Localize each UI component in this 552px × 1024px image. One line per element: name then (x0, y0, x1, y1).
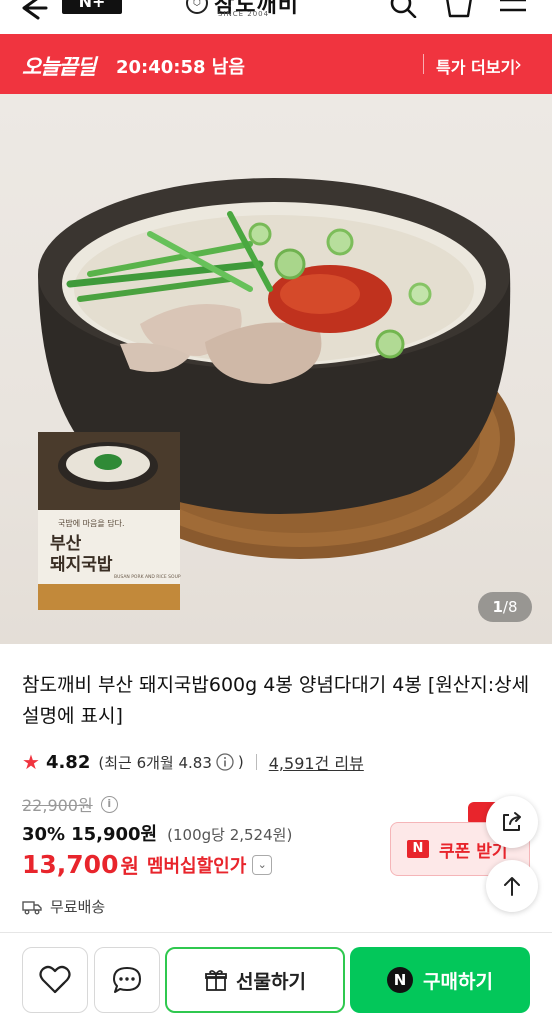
package-tagline: 국밥에 마음을 담다. (58, 518, 125, 528)
shipping-label: 무료배송 (50, 898, 106, 916)
rating-divider (255, 754, 257, 770)
scroll-top-button[interactable] (486, 860, 538, 912)
gift-label: 선물하기 (236, 970, 306, 993)
rating-row: ★ 4.82 (최근 6개월 4.83 ) 4,591건 리뷰 (22, 750, 364, 774)
review-count-link[interactable]: 4,591건 리뷰 (269, 750, 364, 774)
heart-icon (39, 965, 71, 994)
discount-percent: 30% (22, 824, 66, 845)
svg-text:부산: 부산 (50, 534, 82, 554)
back-arrow-icon[interactable] (16, 0, 50, 22)
svg-text:돼지국밥: 돼지국밥 (50, 555, 113, 575)
package-en: BUSAN PORK AND RICE SOUP (114, 574, 181, 580)
buy-label: 구매하기 (423, 970, 493, 993)
product-title: 참도깨비 부산 돼지국밥600g 4봉 양념다대기 4봉 [원산지:상세설명에 … (22, 674, 530, 727)
naver-plus-logo[interactable]: N+ (62, 0, 122, 14)
star-icon: ★ (22, 750, 40, 774)
info-icon[interactable] (215, 752, 235, 772)
search-icon[interactable] (388, 0, 418, 18)
deal-more-link[interactable]: 특가 더보기 (436, 54, 515, 78)
product-image-gallery[interactable]: 국밥에 마음을 담다. 부산 돼지국밥 BUSAN PORK AND RICE … (0, 94, 552, 644)
original-price: 22,900원 (22, 796, 93, 815)
store-seal-icon: ⬡ (186, 0, 208, 14)
price-info-icon[interactable]: i (100, 795, 118, 813)
chat-bubble-icon (113, 967, 141, 993)
naver-n-icon: N (407, 840, 429, 858)
bottom-action-bar: 선물하기 N 구매하기 (0, 932, 552, 1024)
store-since: SINCE 2004 (218, 10, 270, 18)
member-price-won: 원 (120, 854, 139, 878)
top-header: N+ ⬡ 참도깨비 SINCE 2004 (0, 0, 552, 34)
buy-button[interactable]: N 구매하기 (350, 947, 530, 1013)
store-logo[interactable]: ⬡ 참도깨비 SINCE 2004 (186, 0, 299, 18)
gift-icon (205, 970, 227, 991)
share-icon (503, 812, 521, 831)
rating-score: 4.82 (45, 751, 91, 773)
unit-price: (100g당 2,524원) (167, 826, 293, 844)
member-price-label: 멤버십할인가 (146, 855, 247, 877)
image-total: 8 (507, 598, 518, 616)
original-price-row: 22,900원 i (22, 792, 118, 816)
member-price-row: 13,700 원 멤버십할인가 ⌄ (22, 850, 273, 879)
image-counter: 1/8 (478, 592, 532, 622)
deal-divider (423, 54, 424, 74)
naver-n-icon: N (387, 967, 414, 993)
product-photo: 국밥에 마음을 담다. 부산 돼지국밥 BUSAN PORK AND RICE … (38, 178, 515, 610)
sale-price: 15,900원 (71, 824, 158, 845)
chevron-down-icon[interactable]: ⌄ (252, 854, 273, 875)
like-button[interactable] (22, 947, 88, 1013)
chat-button[interactable] (94, 947, 160, 1013)
deal-timer: 20:40:58 남음 (116, 57, 245, 78)
member-price: 13,700 (22, 850, 119, 879)
gift-button[interactable]: 선물하기 (165, 947, 345, 1013)
cart-icon[interactable] (444, 0, 474, 18)
sale-price-row: 30% 15,900원 (100g당 2,524원) (22, 820, 292, 846)
today-deal-banner[interactable]: 오늘끝딜 20:40:58 남음 특가 더보기 › (0, 34, 552, 94)
share-button[interactable] (486, 796, 538, 848)
recent-rating-close: ) (237, 753, 244, 771)
arrow-up-icon (504, 877, 520, 896)
image-current: 1 (492, 598, 503, 616)
recent-rating: (최근 6개월 4.83 (98, 753, 212, 772)
chevron-right-icon[interactable]: › (514, 52, 522, 76)
menu-icon[interactable] (498, 0, 528, 18)
shipping-row: 무료배송 (22, 896, 105, 917)
truck-icon (22, 900, 42, 914)
today-deal-logo: 오늘끝딜 (22, 55, 96, 79)
